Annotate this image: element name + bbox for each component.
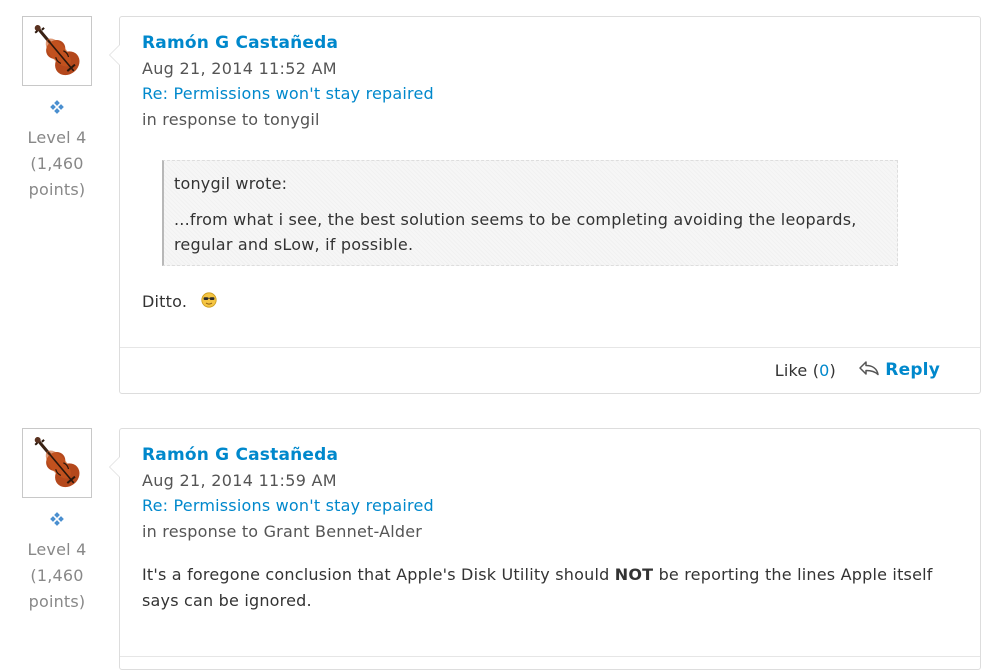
author-link[interactable]: Ramón G Castañeda xyxy=(142,442,958,468)
like-label: Like ( xyxy=(774,361,820,380)
message-text: Ditto. xyxy=(142,292,188,311)
like-button[interactable]: Like (0) xyxy=(775,358,836,384)
user-level: Level 4 (1,460 points) xyxy=(22,125,92,203)
post-message: Ditto. xyxy=(142,289,217,315)
violin-avatar-icon[interactable] xyxy=(22,428,92,498)
reply-label: Reply xyxy=(885,360,940,380)
message-emphasis: NOT xyxy=(614,565,654,584)
post-message: It's a foregone conclusion that Apple's … xyxy=(142,562,958,614)
quote-block: tonygil wrote: ...from what i see, the b… xyxy=(162,160,898,266)
post-card: Ramón G Castañeda Aug 21, 2014 11:52 AM … xyxy=(109,16,981,394)
in-response-to: in response to Grant Bennet-Alder xyxy=(142,522,423,541)
post-card: Ramón G Castañeda Aug 21, 2014 11:59 AM … xyxy=(109,428,981,670)
level-line: Level 4 xyxy=(27,540,87,559)
post-date: Aug 21, 2014 11:59 AM xyxy=(142,471,337,490)
points-line: points) xyxy=(28,592,86,611)
reply-arrow-icon xyxy=(859,361,880,376)
post-body: Ramón G Castañeda Aug 21, 2014 11:59 AM … xyxy=(142,442,958,610)
post-date: Aug 21, 2014 11:52 AM xyxy=(142,59,337,78)
author-link[interactable]: Ramón G Castañeda xyxy=(142,30,958,56)
post-actions xyxy=(120,656,980,669)
cool-sunglasses-emoji-icon xyxy=(201,292,217,308)
message-text: It's a foregone conclusion that Apple's … xyxy=(142,565,615,584)
author-column: Level 4 (1,460 points) xyxy=(22,428,92,615)
level-line: Level 4 xyxy=(27,128,87,147)
in-response-to: in response to tonygil xyxy=(142,110,320,129)
quote-line: regular and sLow, if possible. xyxy=(174,235,414,254)
quote-text: ...from what i see, the best solution se… xyxy=(174,207,883,257)
user-level: Level 4 (1,460 points) xyxy=(22,537,92,615)
level-diamond-icon xyxy=(50,512,64,526)
quote-line: ...from what i see, the best solution se… xyxy=(174,210,857,229)
violin-avatar-icon[interactable] xyxy=(22,16,92,86)
subject-link[interactable]: Re: Permissions won't stay repaired xyxy=(142,494,958,518)
subject-link[interactable]: Re: Permissions won't stay repaired xyxy=(142,82,958,106)
quote-author: tonygil wrote: xyxy=(174,174,288,193)
post-body: Ramón G Castañeda Aug 21, 2014 11:52 AM … xyxy=(142,30,958,311)
level-diamond-icon xyxy=(50,100,64,114)
author-column: Level 4 (1,460 points) xyxy=(22,16,92,203)
reply-button[interactable]: Reply xyxy=(858,357,940,383)
points-line: (1,460 xyxy=(30,154,84,173)
like-count[interactable]: 0 xyxy=(819,361,829,380)
points-line: points) xyxy=(28,180,86,199)
points-line: (1,460 xyxy=(30,566,84,585)
post-actions: Like (0) Reply xyxy=(120,347,980,393)
like-close: ) xyxy=(829,361,836,380)
